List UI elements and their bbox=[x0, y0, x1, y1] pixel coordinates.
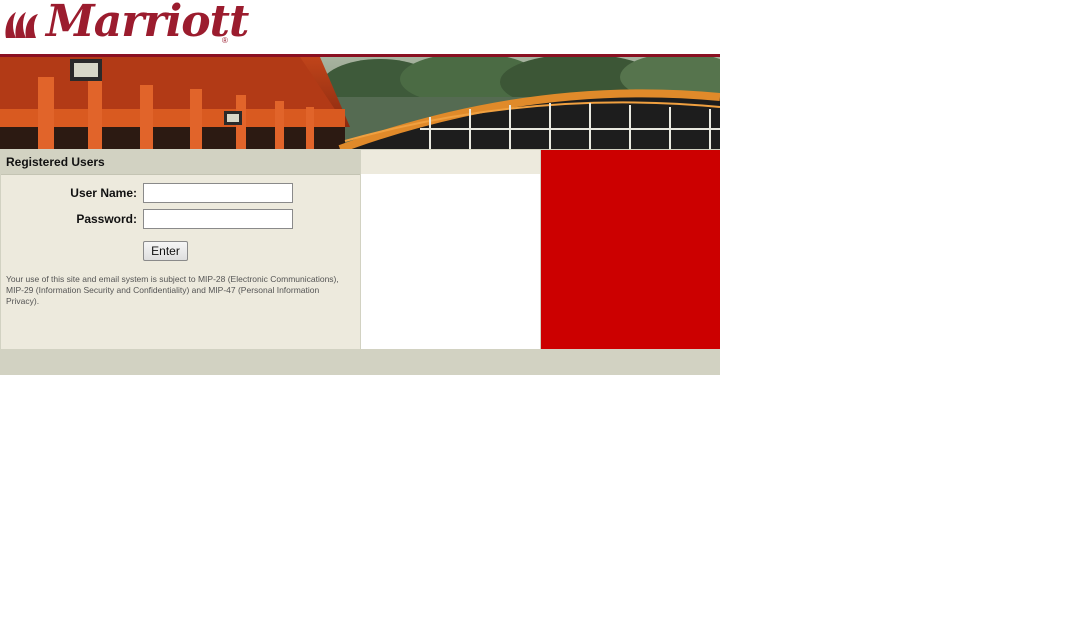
login-panel: Registered Users User Name: Password: En… bbox=[1, 150, 360, 349]
registered-mark: ® bbox=[222, 36, 228, 45]
middle-panel-header bbox=[361, 150, 540, 174]
login-section: Registered Users User Name: Password: En… bbox=[0, 149, 720, 375]
marriott-m-icon bbox=[5, 12, 38, 38]
header-banner-image bbox=[0, 57, 720, 149]
enter-button[interactable]: Enter bbox=[143, 241, 188, 261]
middle-panel bbox=[361, 150, 540, 349]
marriott-logo: Marriott ® bbox=[0, 0, 249, 54]
footer-bar bbox=[1, 350, 720, 374]
username-label: User Name: bbox=[70, 186, 137, 200]
password-label: Password: bbox=[76, 212, 137, 226]
login-heading: Registered Users bbox=[6, 155, 105, 169]
brand-name: Marriott bbox=[46, 0, 249, 47]
usage-policy-notice: Your use of this site and email system i… bbox=[6, 274, 339, 306]
password-input[interactable] bbox=[143, 209, 293, 229]
login-panel-header: Registered Users bbox=[1, 150, 360, 175]
red-promo-panel bbox=[541, 150, 720, 349]
username-input[interactable] bbox=[143, 183, 293, 203]
